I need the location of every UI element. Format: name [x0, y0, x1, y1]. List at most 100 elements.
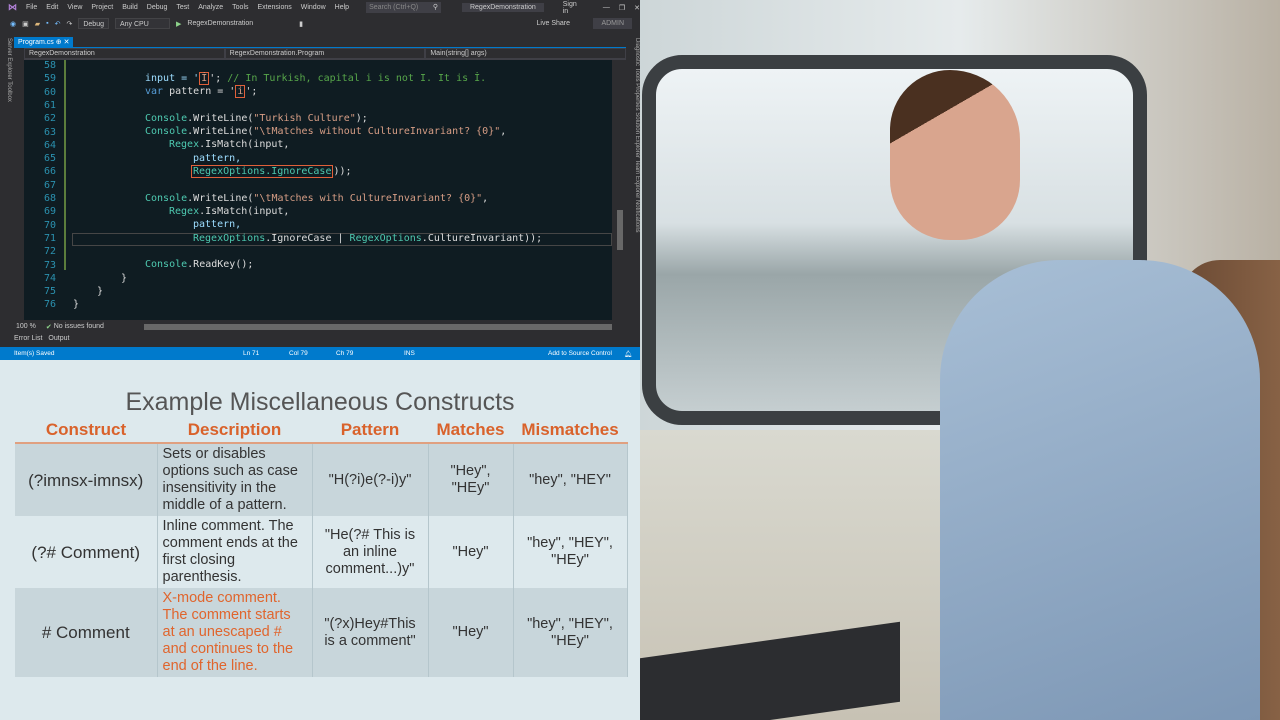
member-dropdown[interactable]: Main(string[] args): [425, 48, 627, 59]
menu-extensions[interactable]: Extensions: [258, 4, 292, 11]
code-line-69: Regex.IsMatch(input,: [169, 206, 290, 217]
line-number: 59: [43, 73, 56, 85]
code-line-62: Console.WriteLine("Turkish Culture");: [145, 113, 368, 124]
line-number: 62: [43, 113, 56, 125]
tab-close-icon[interactable]: ✕: [64, 39, 70, 46]
constructs-table: Construct Description Pattern Matches Mi…: [15, 418, 628, 677]
cell-construct: # Comment: [15, 588, 158, 677]
header-pattern: Pattern: [312, 418, 428, 444]
table-row: (?# Comment) Inline comment. The comment…: [15, 516, 628, 588]
project-dropdown[interactable]: RegexDemonstration: [24, 48, 225, 59]
start-button[interactable]: RegexDemonstration: [187, 20, 253, 27]
search-icon: ⚲: [432, 4, 438, 11]
header-matches: Matches: [428, 418, 513, 444]
tab-error-list[interactable]: Error List: [14, 335, 42, 342]
live-share-button[interactable]: Live Share: [537, 20, 570, 27]
left-panel: ⋈ File Edit View Project Build Debug Tes…: [0, 0, 640, 720]
line-number: 61: [43, 99, 56, 111]
search-placeholder: Search (Ctrl+Q): [369, 4, 419, 11]
status-ch: Ch 79: [336, 350, 354, 357]
platform-dropdown[interactable]: Any CPU: [115, 18, 170, 29]
menu-window[interactable]: Window: [301, 4, 326, 11]
status-line: Ln 71: [243, 350, 260, 357]
admin-badge[interactable]: ADMIN: [593, 18, 632, 29]
scroll-thumb[interactable]: [617, 210, 623, 250]
check-icon: ✔: [45, 323, 52, 331]
status-bar: Item(s) Saved Ln 71 Col 79 Ch 79 INS Add…: [0, 347, 640, 360]
save-icon[interactable]: ▪: [46, 20, 48, 27]
cell-pattern: "He(?# This is an inline comment...)y": [312, 516, 429, 588]
notification-bell-icon[interactable]: 🔔︎: [624, 350, 632, 358]
cell-mismatches: "hey", "HEY": [513, 443, 628, 516]
add-source-control-button[interactable]: Add to Source Control: [548, 350, 612, 357]
sign-in-link[interactable]: Sign in: [563, 1, 578, 15]
header-construct: Construct: [15, 418, 157, 444]
status-saved: Item(s) Saved: [14, 350, 55, 357]
line-number: 72: [43, 246, 56, 258]
line-number: 65: [43, 153, 56, 165]
horizontal-scrollbar[interactable]: [143, 323, 612, 330]
cell-description-highlighted: X-mode comment. The comment starts at an…: [157, 588, 313, 677]
code-line-76: }: [73, 299, 80, 310]
menu-file[interactable]: File: [26, 4, 37, 11]
line-number: 60: [43, 86, 56, 98]
visual-studio-window: ⋈ File Edit View Project Build Debug Tes…: [0, 0, 640, 360]
config-dropdown[interactable]: Debug: [78, 18, 109, 29]
menu-tools[interactable]: Tools: [232, 4, 248, 11]
tab-label: Program.cs: [18, 39, 54, 46]
menu-edit[interactable]: Edit: [46, 4, 58, 11]
open-icon[interactable]: ▰: [35, 20, 40, 28]
zoom-dropdown[interactable]: 100 %: [16, 323, 36, 330]
status-col: Col 79: [289, 350, 308, 357]
tab-output[interactable]: Output: [48, 335, 69, 342]
code-line-68: Console.WriteLine("\tMatches with Cultur…: [145, 193, 489, 204]
code-editor[interactable]: 58 59 60 61 62 63 64 65 66 67 68 69 70 71 72 73 74 75 76 i…: [24, 60, 612, 320]
editor-status: 100 % ✔ No issues found: [14, 321, 626, 332]
code-line-64: Regex.IsMatch(input,: [169, 139, 290, 150]
line-number: 67: [43, 179, 56, 191]
menu-view[interactable]: View: [67, 4, 82, 11]
man-shirt: [940, 260, 1260, 720]
cell-description: Inline comment. The comment ends at the …: [157, 516, 313, 588]
class-dropdown[interactable]: RegexDemonstration.Program: [224, 48, 426, 59]
presenter-photo: [640, 0, 1280, 720]
redo-icon[interactable]: ↷: [66, 20, 72, 28]
line-number: 63: [43, 126, 56, 138]
line-number: 70: [43, 219, 56, 231]
menu-help[interactable]: Help: [335, 4, 349, 11]
minimize-icon[interactable]: —: [603, 4, 610, 11]
code-line-74: }: [121, 273, 128, 284]
left-side-tabs[interactable]: Server Explorer Toolbox: [0, 36, 12, 326]
undo-icon[interactable]: ↶: [55, 20, 61, 28]
bookmark-icon[interactable]: ▮: [299, 20, 303, 28]
pin-icon[interactable]: ⊕: [56, 39, 62, 46]
menu-analyze[interactable]: Analyze: [198, 4, 223, 11]
code-line-60: var pattern = ' i ';: [145, 85, 258, 98]
back-icon[interactable]: ◉: [10, 20, 16, 28]
start-icon[interactable]: ▶: [176, 20, 181, 28]
line-number: 69: [43, 206, 56, 218]
code-line-65: pattern,: [193, 153, 242, 164]
menu-test[interactable]: Test: [176, 4, 189, 11]
navigation-bar: RegexDemonstration RegexDemonstration.Pr…: [24, 48, 627, 60]
restore-icon[interactable]: ❐: [619, 4, 625, 12]
menu-build[interactable]: Build: [122, 4, 138, 11]
menu-debug[interactable]: Debug: [147, 4, 168, 11]
cell-matches: "Hey": [428, 588, 514, 677]
vs-logo-icon: ⋈: [8, 2, 17, 12]
line-number: 68: [43, 193, 56, 204]
code-line-59: input = ' İ '; // In Turkish, capital i is…: [145, 72, 487, 85]
cell-pattern: "(?x)Hey#This is a comment": [312, 588, 429, 677]
issues-status[interactable]: No issues found: [54, 323, 134, 330]
toolbar: ◉ ▣ ▰ ▪ ↶ ↷ Debug Any CPU ▶ RegexDemonst…: [0, 15, 640, 32]
new-project-icon[interactable]: ▣: [22, 20, 29, 28]
menu-project[interactable]: Project: [91, 4, 113, 11]
code-line-73: Console.ReadKey();: [145, 259, 254, 270]
table-row: (?imnsx-imnsx) Sets or disables options …: [15, 443, 628, 516]
search-input[interactable]: Search (Ctrl+Q) ⚲: [366, 2, 441, 13]
line-number: 76: [43, 299, 56, 311]
vertical-scrollbar[interactable]: [614, 60, 626, 320]
cell-construct: (?imnsx-imnsx): [15, 443, 158, 516]
right-side-tabs[interactable]: Diagnostic Tools Properties Solution Exp…: [628, 36, 640, 326]
line-number: 74: [43, 272, 56, 284]
